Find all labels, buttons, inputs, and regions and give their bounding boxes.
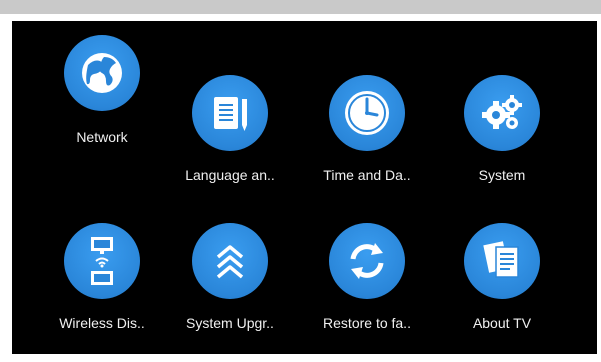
clock-icon — [329, 75, 405, 151]
tile-label: About TV — [472, 315, 532, 331]
tile-time[interactable]: Time and Da.. — [302, 75, 432, 205]
tile-upgrade[interactable]: System Upgr.. — [165, 223, 295, 353]
notebook-pen-icon — [192, 75, 268, 151]
top-bar — [0, 0, 601, 14]
screen-cast-icon — [64, 223, 140, 299]
tile-restore[interactable]: Restore to fa.. — [302, 223, 432, 353]
tile-language[interactable]: Language an.. — [165, 75, 295, 205]
tile-label: Network — [76, 129, 128, 145]
tile-about[interactable]: About TV — [437, 223, 567, 353]
tile-label: System Upgr.. — [186, 315, 274, 331]
tile-wireless[interactable]: Wireless Dis.. — [37, 223, 167, 353]
globe-icon — [64, 35, 140, 111]
tv-settings-screen: Network Language an.. Time and Da.. Syst… — [12, 21, 597, 354]
documents-icon — [464, 223, 540, 299]
tile-label: Language an.. — [185, 167, 275, 183]
tile-network[interactable]: Network — [37, 35, 167, 165]
tile-label: Restore to fa.. — [323, 315, 411, 331]
tile-label: System — [478, 167, 526, 183]
chevrons-up-icon — [192, 223, 268, 299]
gears-icon — [464, 75, 540, 151]
tile-system[interactable]: System — [437, 75, 567, 205]
tile-label: Wireless Dis.. — [59, 315, 145, 331]
tile-label: Time and Da.. — [323, 167, 411, 183]
refresh-icon — [329, 223, 405, 299]
